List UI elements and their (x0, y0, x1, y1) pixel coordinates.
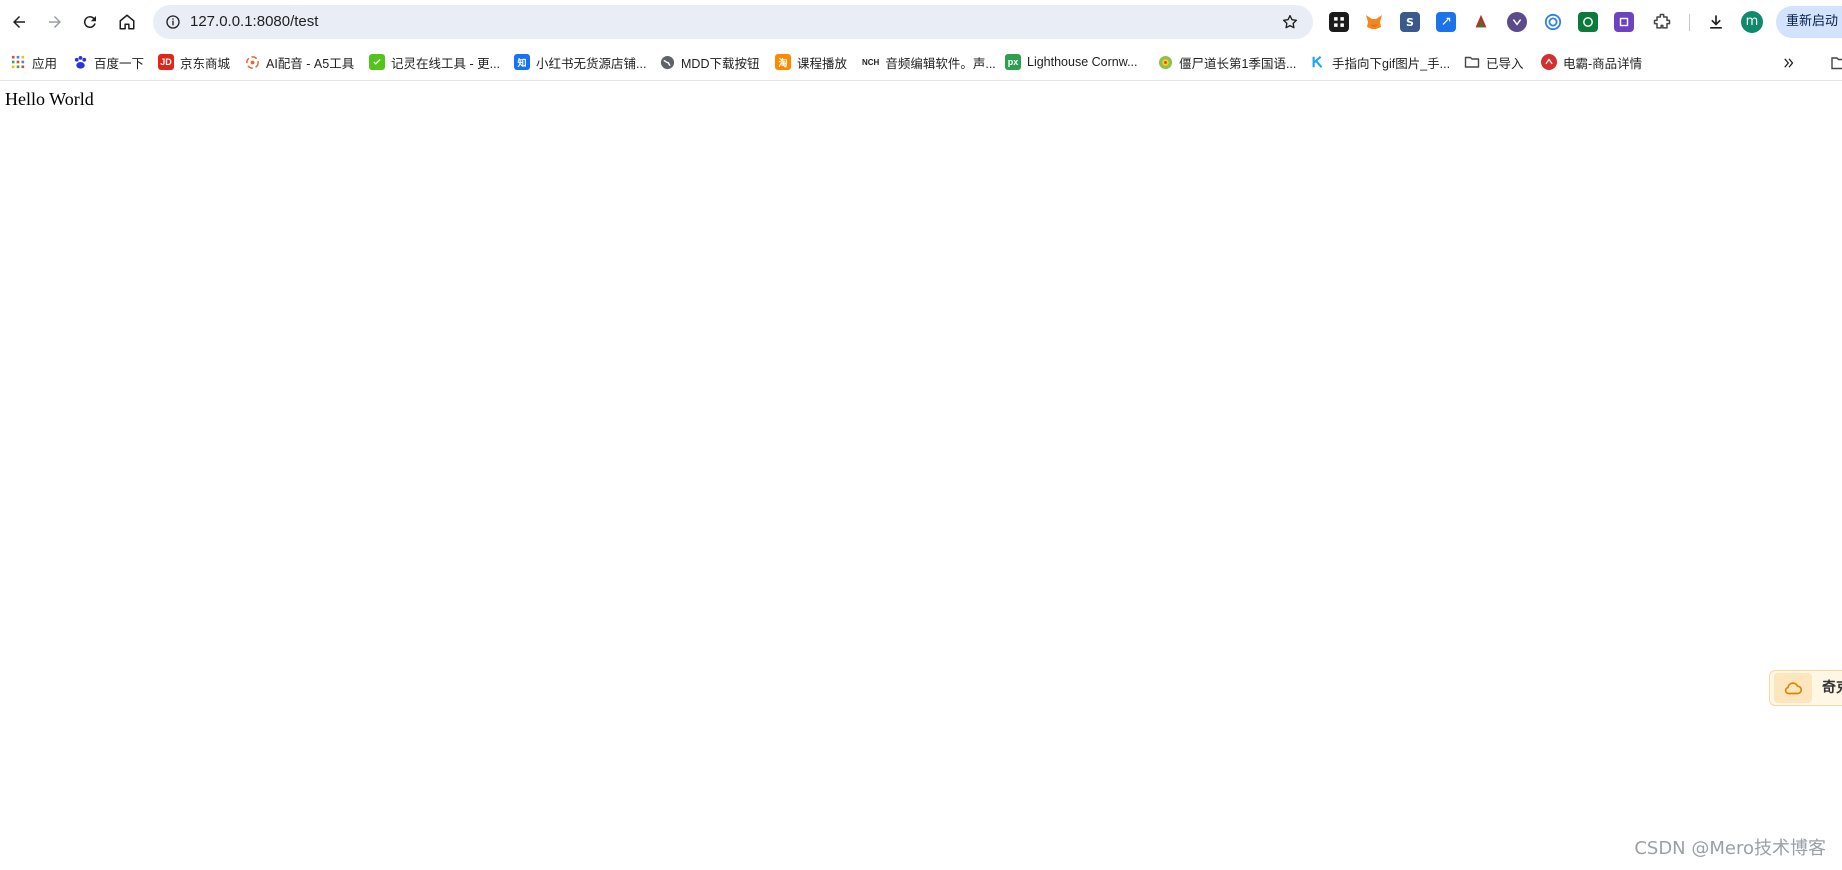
leaf-red-icon[interactable] (1471, 12, 1491, 32)
bookmark-label: Lighthouse Cornw... (1027, 55, 1138, 69)
zhihu-icon: 知 (514, 54, 530, 70)
bookmark-label: 音频编辑软件。声... (885, 56, 996, 71)
back-button[interactable] (4, 7, 34, 37)
puzzle-dark-icon[interactable] (1329, 12, 1349, 32)
home-button[interactable] (112, 7, 142, 37)
arrow-left-icon (13, 16, 25, 28)
all-bookmarks-folder-icon[interactable] (1830, 53, 1842, 73)
folder-icon (1464, 54, 1480, 70)
page-content: Hello World 奇克 CSDN @Mero技术博客 (0, 81, 1842, 870)
bookmark-jd[interactable]: JD 京东商城 (158, 50, 230, 74)
hello-world-text: Hello World (5, 89, 94, 109)
green-square-icon (369, 54, 385, 70)
bookmark-label: 手指向下gif图片_手... (1332, 56, 1451, 71)
nch-icon: NCH (862, 57, 880, 67)
bookmark-lighthouse[interactable]: px Lighthouse Cornw... (1005, 50, 1138, 74)
metamask-fox-icon[interactable] (1364, 12, 1384, 32)
bookmark-label: 应用 (32, 56, 58, 71)
bookmark-ai-dubbing[interactable]: AI配音 - A5工具 (244, 50, 354, 74)
bookmark-audio-editor[interactable]: NCH 音频编辑软件。声... (862, 50, 996, 74)
cloud-icon (1774, 673, 1812, 703)
bookmark-course[interactable]: 淘 课程播放 (775, 50, 847, 74)
home-icon (119, 14, 135, 30)
bookmark-label: 已导入 (1486, 56, 1524, 71)
csdn-watermark: CSDN @Mero技术博客 (1634, 838, 1826, 859)
shield-purple-icon[interactable] (1507, 12, 1527, 32)
swirl-icon (244, 54, 260, 70)
bookmark-label: 记灵在线工具 - 更... (391, 56, 501, 71)
red-badge-icon (1541, 54, 1557, 70)
bookmark-finger-gif[interactable]: 手指向下gif图片_手... (1310, 50, 1450, 74)
px-icon: px (1005, 54, 1021, 70)
bookmark-label: 小红书无货源店铺... (536, 56, 647, 71)
bookmark-label: 京东商城 (180, 56, 231, 71)
bookmark-folder-imported[interactable]: 已导入 (1464, 50, 1524, 74)
bookmark-label: AI配音 - A5工具 (266, 56, 355, 71)
floating-cloud-widget[interactable]: 奇克 (1769, 670, 1842, 706)
bookmark-mdd[interactable]: MDD下载按钮 (659, 50, 759, 74)
bookmarks-bar: 应用 百度一下 JD 京东商城 AI配音 - A5工具 记灵在线工具 - 更..… (0, 45, 1842, 81)
reload-icon (83, 16, 96, 29)
more-bookmarks-chevron-icon[interactable] (1779, 53, 1799, 73)
bookmark-dianba[interactable]: 电霸-商品详情 (1541, 50, 1642, 74)
bookmark-apps[interactable]: 应用 (10, 50, 57, 74)
jd-icon: JD (158, 54, 174, 70)
arrow-right-icon (49, 16, 61, 28)
bookmark-label: 百度一下 (94, 56, 145, 71)
url-text[interactable]: 127.0.0.1:8080/test (190, 5, 318, 39)
extensions-puzzle-icon[interactable] (1652, 12, 1672, 32)
profile-avatar[interactable]: m (1741, 11, 1763, 33)
address-bar[interactable]: 127.0.0.1:8080/test (153, 5, 1313, 39)
baidu-paw-icon (72, 54, 88, 70)
green-circle-icon[interactable] (1578, 12, 1598, 32)
colorful-circle-icon (1157, 54, 1173, 70)
globe-icon (659, 54, 675, 70)
forward-button[interactable] (40, 7, 70, 37)
bookmark-baidu[interactable]: 百度一下 (72, 50, 144, 74)
bookmark-star-icon[interactable] (1279, 11, 1301, 33)
target-blue-icon[interactable] (1543, 12, 1563, 32)
k-icon (1310, 54, 1326, 70)
bookmark-zombie[interactable]: 僵尸道长第1季国语... (1157, 50, 1296, 74)
bookmark-xiaohongshu[interactable]: 知 小红书无货源店铺... (514, 50, 646, 74)
bookmark-label: 课程播放 (797, 56, 848, 71)
bookmark-label: 电霸-商品详情 (1563, 56, 1643, 71)
browser-toolbar: 127.0.0.1:8080/test S m 重新启动 (0, 0, 1842, 45)
download-icon[interactable] (1706, 12, 1726, 32)
reload-button[interactable] (75, 7, 105, 37)
bookmark-label: MDD下载按钮 (681, 56, 760, 71)
link-icon[interactable] (1436, 12, 1456, 32)
s-box-icon[interactable]: S (1400, 12, 1420, 32)
widget-label: 奇克 (1822, 680, 1842, 696)
purple-square-icon[interactable] (1614, 12, 1634, 32)
orange-square-icon: 淘 (775, 54, 791, 70)
bookmark-label: 僵尸道长第1季国语... (1179, 56, 1297, 71)
apps-grid-icon (10, 54, 26, 70)
site-info-icon[interactable] (161, 10, 185, 34)
bookmark-jiling[interactable]: 记灵在线工具 - 更... (369, 50, 500, 74)
restart-button[interactable]: 重新启动 (1776, 6, 1842, 38)
toolbar-separator (1689, 14, 1690, 31)
